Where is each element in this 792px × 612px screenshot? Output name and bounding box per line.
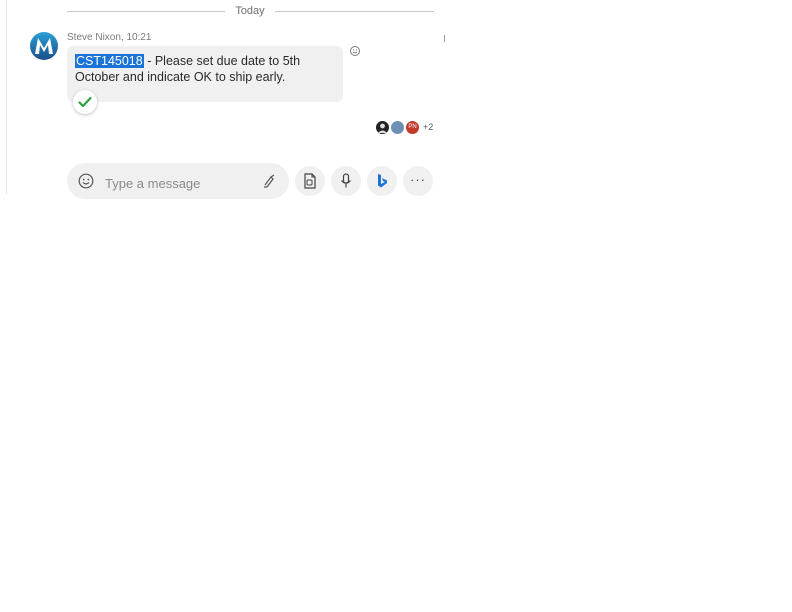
divider-line-left <box>67 11 225 12</box>
read-receipts[interactable]: PN +2 <box>376 120 433 134</box>
read-receipt-avatar: PN <box>406 120 419 134</box>
message-input[interactable] <box>103 173 257 193</box>
microphone-icon <box>341 173 351 188</box>
read-receipt-avatar <box>376 120 389 134</box>
bing-icon <box>378 174 387 188</box>
message-highlighted-reference[interactable]: CST145018 <box>75 54 144 68</box>
message-bubble[interactable]: CST145018 - Please set due date to 5th O… <box>67 46 343 102</box>
more-options-icon: ··· <box>410 171 426 187</box>
divider-line-right <box>275 11 434 12</box>
panel-edge-marker <box>444 35 445 42</box>
voice-message-button[interactable] <box>331 166 361 196</box>
sender-logo-icon <box>30 32 58 60</box>
message-text: CST145018 - Please set due date to 5th O… <box>75 53 337 85</box>
bing-button[interactable] <box>367 166 397 196</box>
format-icon[interactable] <box>262 174 276 188</box>
message-composer[interactable] <box>67 163 289 199</box>
attach-file-button[interactable] <box>295 166 325 196</box>
person-icon <box>378 123 387 133</box>
read-receipt-avatar <box>391 120 404 134</box>
date-divider-label: Today <box>235 5 265 17</box>
emoji-icon[interactable] <box>78 173 94 189</box>
conversation-left-border <box>6 0 7 194</box>
sender-name-time: Steve Nixon, 10:21 <box>67 32 152 43</box>
date-divider: Today <box>67 0 434 22</box>
sender-avatar[interactable] <box>29 31 59 61</box>
attach-file-icon <box>304 173 316 189</box>
more-options-button[interactable]: ··· <box>403 166 433 196</box>
add-reaction-icon[interactable] <box>349 44 361 56</box>
read-receipts-more-count: +2 <box>423 122 434 132</box>
delivered-status-badge <box>73 90 97 114</box>
checkmark-icon <box>78 96 92 108</box>
